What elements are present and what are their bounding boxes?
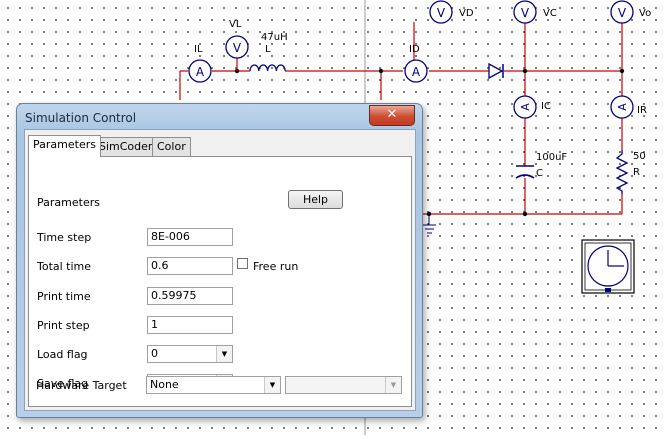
ground-icon[interactable] xyxy=(423,214,436,234)
dialog-title: Simulation Control xyxy=(25,111,137,125)
capacitor-name: C xyxy=(536,168,543,179)
print-time-label: Print time xyxy=(37,290,91,303)
voltmeter-vc[interactable]: V VC xyxy=(513,0,557,24)
print-time-input[interactable]: 0.59975 xyxy=(147,287,233,305)
chevron-down-icon[interactable]: ▼ xyxy=(216,346,232,362)
inductor-name: L xyxy=(265,44,271,55)
time-step-label: Time step xyxy=(37,231,92,244)
ir-label: IR xyxy=(637,105,647,116)
section-label: Parameters xyxy=(37,196,100,209)
svg-text:A: A xyxy=(412,65,421,79)
ic-label: IC xyxy=(541,101,551,112)
total-time-input[interactable]: 0.6 xyxy=(147,257,233,275)
hardware-target-secondary-select: ▼ xyxy=(285,376,402,394)
time-step-input[interactable]: 8E-006 xyxy=(147,228,233,246)
free-run-label: Free run xyxy=(253,260,299,273)
svg-text:A: A xyxy=(519,103,532,111)
hardware-target-value: None xyxy=(150,378,179,391)
hardware-target-label: Hardware Target xyxy=(36,379,127,392)
hardware-target-select[interactable]: None ▼ xyxy=(146,376,281,394)
resistor-value: 50 xyxy=(633,151,646,162)
voltmeter-vd[interactable]: V VD xyxy=(429,0,474,24)
dialog-client-area: Parameters SimCoder Color Parameters Hel… xyxy=(24,129,416,411)
parameters-panel: Parameters Help Time step 8E-006 Total t… xyxy=(28,156,412,407)
resistor-name: R xyxy=(633,167,640,178)
inductor-value: 47uH xyxy=(261,32,288,43)
svg-text:V: V xyxy=(521,6,530,20)
print-step-input[interactable]: 1 xyxy=(147,316,233,334)
tab-simcoder[interactable]: SimCoder xyxy=(94,137,158,156)
chevron-down-icon: ▼ xyxy=(385,377,401,393)
voltmeter-vo[interactable]: V Vo xyxy=(610,0,651,24)
inductor-l[interactable]: 47uH L xyxy=(249,32,288,72)
load-flag-label: Load flag xyxy=(37,348,88,361)
simulation-clock-icon[interactable] xyxy=(581,239,635,294)
close-button[interactable]: ✕ xyxy=(369,105,415,126)
ammeter-ic[interactable]: A IC xyxy=(513,95,551,119)
vd-label: VD xyxy=(459,8,474,19)
il-label: IL xyxy=(194,44,203,55)
svg-text:V: V xyxy=(437,6,446,20)
ammeter-ir[interactable]: A IR xyxy=(610,95,647,119)
simulation-control-dialog[interactable]: Simulation Control ✕ Parameters SimCoder… xyxy=(16,103,423,418)
svg-text:A: A xyxy=(196,65,205,79)
chevron-down-icon[interactable]: ▼ xyxy=(264,377,280,393)
id-label: ID xyxy=(409,44,420,55)
ammeter-id[interactable]: A ID xyxy=(404,44,428,83)
vl-label: VL xyxy=(229,19,242,30)
capacitor-value: 100uF xyxy=(536,152,567,163)
help-button[interactable]: Help xyxy=(288,190,343,209)
svg-text:A: A xyxy=(616,103,629,111)
resistor-r[interactable]: 50 R xyxy=(615,150,646,194)
free-run-checkbox[interactable] xyxy=(237,258,248,269)
vo-label: Vo xyxy=(639,8,651,19)
print-step-label: Print step xyxy=(37,319,90,332)
load-flag-value: 0 xyxy=(151,347,158,360)
voltmeter-vl[interactable]: V VL xyxy=(225,19,249,71)
load-flag-select[interactable]: 0 ▼ xyxy=(147,345,233,363)
total-time-label: Total time xyxy=(37,260,92,273)
svg-text:V: V xyxy=(618,6,627,20)
ammeter-il[interactable]: A IL xyxy=(188,44,212,83)
vc-label: VC xyxy=(543,8,557,19)
tab-parameters[interactable]: Parameters xyxy=(28,135,101,157)
tab-color[interactable]: Color xyxy=(152,137,191,156)
diode-d[interactable] xyxy=(488,62,504,80)
capacitor-c[interactable]: 100uF C xyxy=(515,152,567,179)
svg-text:V: V xyxy=(233,41,242,55)
